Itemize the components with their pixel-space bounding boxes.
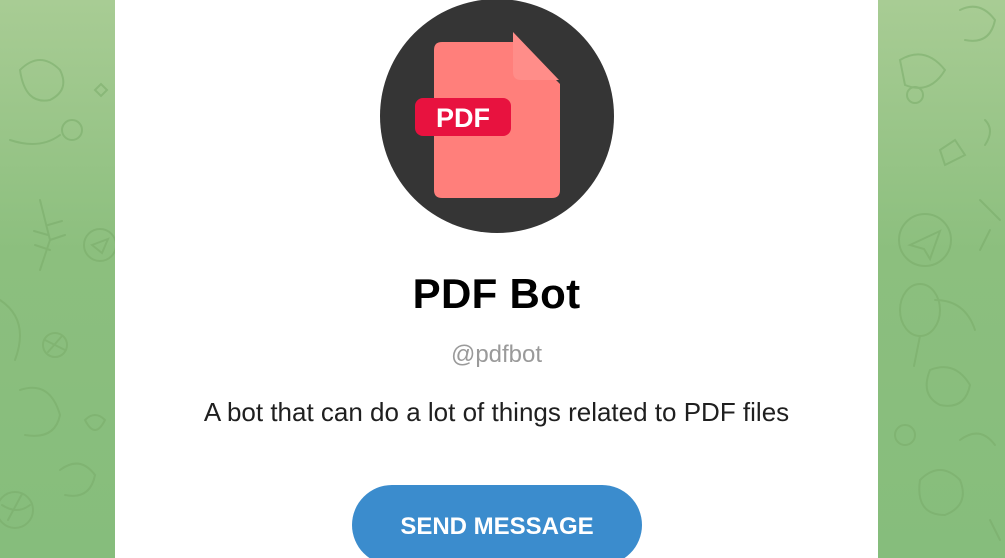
bot-username: @pdfbot [450, 341, 543, 368]
bot-profile-card: PDF PDF Bot @pdfbot A bot that can do a … [115, 0, 878, 558]
pdf-badge-text: PDF [436, 103, 490, 133]
bot-name: PDF Bot [412, 270, 581, 317]
pdf-file-icon: PDF [380, 0, 614, 233]
bot-description: A bot that can do a lot of things relate… [203, 397, 790, 427]
send-message-button[interactable]: SEND MESSAGE [352, 485, 642, 558]
send-message-label: SEND MESSAGE [400, 513, 594, 540]
